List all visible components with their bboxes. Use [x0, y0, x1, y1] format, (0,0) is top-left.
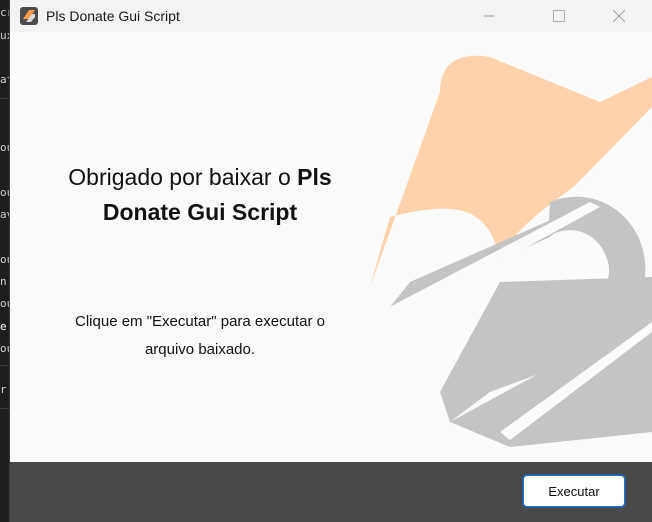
- instruction-line: Clique em "Executar" para executar o: [75, 313, 325, 330]
- page-heading: Obrigado por baixar o Pls Donate Gui Scr…: [50, 160, 350, 230]
- brand-watermark-graphic: [370, 55, 652, 447]
- maximize-icon: [553, 10, 565, 22]
- execute-button[interactable]: Executar: [523, 475, 625, 507]
- bg-text: n: [0, 275, 7, 288]
- close-icon: [613, 10, 625, 22]
- window-title: Pls Donate Gui Script: [46, 8, 180, 24]
- footer-bar: Executar: [10, 462, 652, 522]
- bg-text: e: [0, 320, 7, 333]
- heading-bold-text: Pls: [297, 164, 332, 190]
- minimize-button[interactable]: [466, 0, 512, 32]
- instruction-text: Clique em "Executar" para executar o arq…: [50, 308, 350, 364]
- main-content: Obrigado por baixar o Pls Donate Gui Scr…: [10, 32, 652, 462]
- installer-window: Pls Donate Gui Script Obrigado por baixa…: [10, 0, 652, 522]
- heading-bold-text: Donate Gui Script: [102, 199, 298, 225]
- close-button[interactable]: [596, 0, 642, 32]
- maximize-button[interactable]: [536, 0, 582, 32]
- heading-text: Obrigado por baixar o: [68, 164, 298, 190]
- bg-text: r: [0, 383, 7, 396]
- title-bar[interactable]: Pls Donate Gui Script: [10, 0, 652, 32]
- app-logo-icon: [20, 7, 38, 25]
- minimize-icon: [484, 15, 494, 17]
- instruction-line: arquivo baixado.: [144, 341, 256, 358]
